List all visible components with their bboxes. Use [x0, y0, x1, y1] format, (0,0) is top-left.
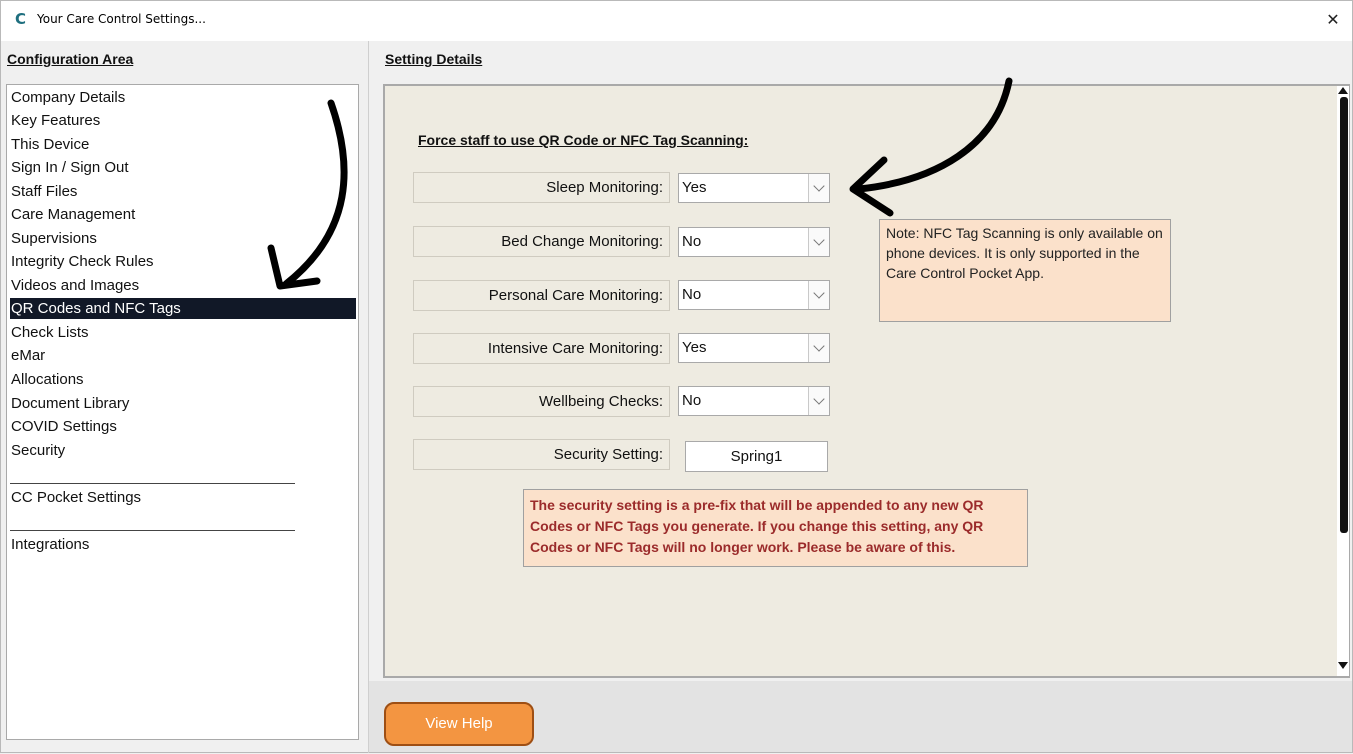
nav-item-sign-in-sign-out[interactable]: Sign In / Sign Out [10, 157, 356, 178]
sleep-monitoring-label: Sleep Monitoring: [413, 172, 670, 203]
intensive-care-monitoring-select[interactable]: Yes [678, 333, 830, 363]
scroll-up-arrow-icon[interactable] [1338, 87, 1348, 94]
security-setting-input[interactable]: Spring1 [685, 441, 828, 472]
window-title: Your Care Control Settings... [37, 12, 206, 26]
nfc-note: Note: NFC Tag Scanning is only available… [879, 219, 1171, 322]
scanning-section-title: Force staff to use QR Code or NFC Tag Sc… [418, 132, 749, 148]
intensive-care-monitoring-label: Intensive Care Monitoring: [413, 333, 670, 364]
nav-item-care-management[interactable]: Care Management [10, 204, 356, 225]
dropdown-button[interactable] [808, 387, 829, 415]
view-help-button[interactable]: View Help [384, 702, 534, 746]
settings-window: C Your Care Control Settings... ✕ Config… [0, 0, 1353, 753]
nav-item-check-lists[interactable]: Check Lists [10, 322, 356, 343]
title-bar: C Your Care Control Settings... ✕ [1, 1, 1352, 41]
chevron-down-icon [813, 234, 825, 246]
nav-item-emar[interactable]: eMar [10, 345, 356, 366]
nav-item-supervisions[interactable]: Supervisions [10, 228, 356, 249]
chevron-down-icon [813, 340, 825, 352]
nav-item-integrations[interactable]: Integrations [10, 534, 356, 555]
configuration-area-heading: Configuration Area [7, 51, 134, 67]
close-button[interactable]: ✕ [1319, 7, 1347, 33]
nav-item-company-details[interactable]: Company Details [10, 87, 356, 108]
chevron-down-icon [813, 180, 825, 192]
personal-care-monitoring-select[interactable]: No [678, 280, 830, 310]
security-warning: The security setting is a pre-fix that w… [523, 489, 1028, 567]
nav-item-cc-pocket-settings[interactable]: CC Pocket Settings [10, 487, 356, 508]
bed-change-monitoring-label: Bed Change Monitoring: [413, 226, 670, 257]
select-value: No [682, 392, 702, 409]
configuration-list: Company Details Key Features This Device… [6, 84, 359, 740]
select-value: No [682, 233, 702, 250]
security-setting-label: Security Setting: [413, 439, 670, 470]
nav-item-integrity-check-rules[interactable]: Integrity Check Rules [10, 251, 356, 272]
nav-item-allocations[interactable]: Allocations [10, 369, 356, 390]
panel-splitter[interactable] [368, 41, 369, 753]
nav-item-videos-and-images[interactable]: Videos and Images [10, 275, 356, 296]
nav-item-this-device[interactable]: This Device [10, 134, 356, 155]
nav-item-staff-files[interactable]: Staff Files [10, 181, 356, 202]
nav-item-qr-codes-and-nfc-tags[interactable]: QR Codes and NFC Tags [10, 298, 356, 319]
wellbeing-checks-label: Wellbeing Checks: [413, 386, 670, 417]
dropdown-button[interactable] [808, 334, 829, 362]
select-value: Yes [682, 339, 707, 356]
personal-care-monitoring-label: Personal Care Monitoring: [413, 280, 670, 311]
care-control-logo-icon: C [15, 10, 27, 28]
nav-item-document-library[interactable]: Document Library [10, 393, 356, 414]
dropdown-button[interactable] [808, 174, 829, 202]
select-value: Yes [682, 179, 707, 196]
wellbeing-checks-select[interactable]: No [678, 386, 830, 416]
chevron-down-icon [813, 393, 825, 405]
nav-item-security[interactable]: Security [10, 440, 356, 461]
bed-change-monitoring-select[interactable]: No [678, 227, 830, 257]
select-value: No [682, 286, 702, 303]
dropdown-button[interactable] [808, 281, 829, 309]
scrollbar-thumb[interactable] [1340, 97, 1348, 533]
setting-details-heading: Setting Details [385, 51, 483, 67]
nav-item-key-features[interactable]: Key Features [10, 110, 356, 131]
list-divider [10, 530, 295, 531]
chevron-down-icon [813, 287, 825, 299]
dropdown-button[interactable] [808, 228, 829, 256]
scroll-down-arrow-icon[interactable] [1338, 662, 1348, 669]
list-divider [10, 483, 295, 484]
sleep-monitoring-select[interactable]: Yes [678, 173, 830, 203]
nav-item-covid-settings[interactable]: COVID Settings [10, 416, 356, 437]
